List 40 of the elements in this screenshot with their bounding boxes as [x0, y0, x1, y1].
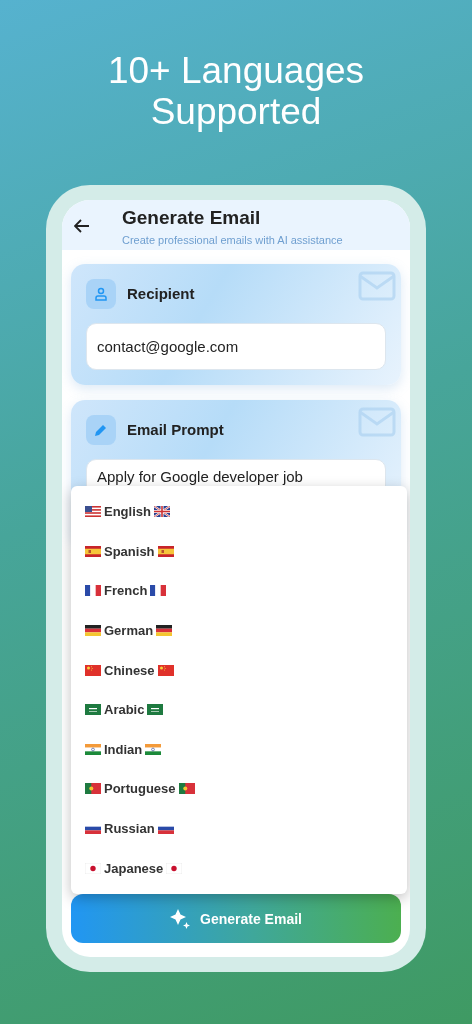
language-option[interactable]: Portuguese [104, 781, 176, 797]
flag-icon [147, 704, 164, 716]
back-icon[interactable] [74, 219, 90, 233]
recipient-field[interactable]: contact@google.com [86, 323, 386, 370]
flag-icon [85, 506, 101, 518]
language-option[interactable]: Japanese [104, 860, 164, 876]
field-label: Email Prompt [127, 421, 224, 438]
envelope-icon [357, 270, 397, 302]
sparkle-icon [170, 908, 191, 929]
flag-icon [157, 545, 174, 557]
flag-icon [85, 704, 101, 716]
screen-subtitle: Create professional emails with AI assistance [122, 233, 343, 247]
flag-icon [150, 585, 167, 597]
flag-icon [85, 625, 101, 637]
flag-icon [85, 585, 101, 597]
language-option[interactable]: German [104, 623, 154, 639]
language-option[interactable]: Spanish [104, 543, 155, 559]
screen-title: Generate Email [122, 207, 262, 229]
language-option[interactable]: Russian [104, 821, 155, 837]
person-icon [86, 278, 116, 309]
flag-icon [85, 743, 101, 755]
flag-icon [85, 545, 101, 557]
flag-icon [85, 783, 101, 795]
headline: 10+ Languages Supported [106, 49, 366, 134]
language-option[interactable]: Chinese [104, 662, 155, 678]
flag-icon [85, 664, 101, 676]
flag-icon [157, 664, 174, 676]
language-option[interactable]: Arabic [104, 702, 145, 718]
flag-icon [178, 783, 195, 795]
flag-icon [166, 862, 183, 874]
language-option[interactable]: French [104, 583, 148, 599]
language-option[interactable]: Indian [104, 741, 143, 757]
pencil-icon [86, 414, 116, 445]
flag-icon [85, 862, 101, 874]
flag-icon [153, 506, 170, 518]
language-option[interactable]: English [104, 504, 151, 520]
flag-icon [156, 625, 173, 637]
flag-icon [145, 743, 162, 755]
envelope-icon [357, 406, 397, 438]
field-label: Recipient [127, 285, 195, 302]
